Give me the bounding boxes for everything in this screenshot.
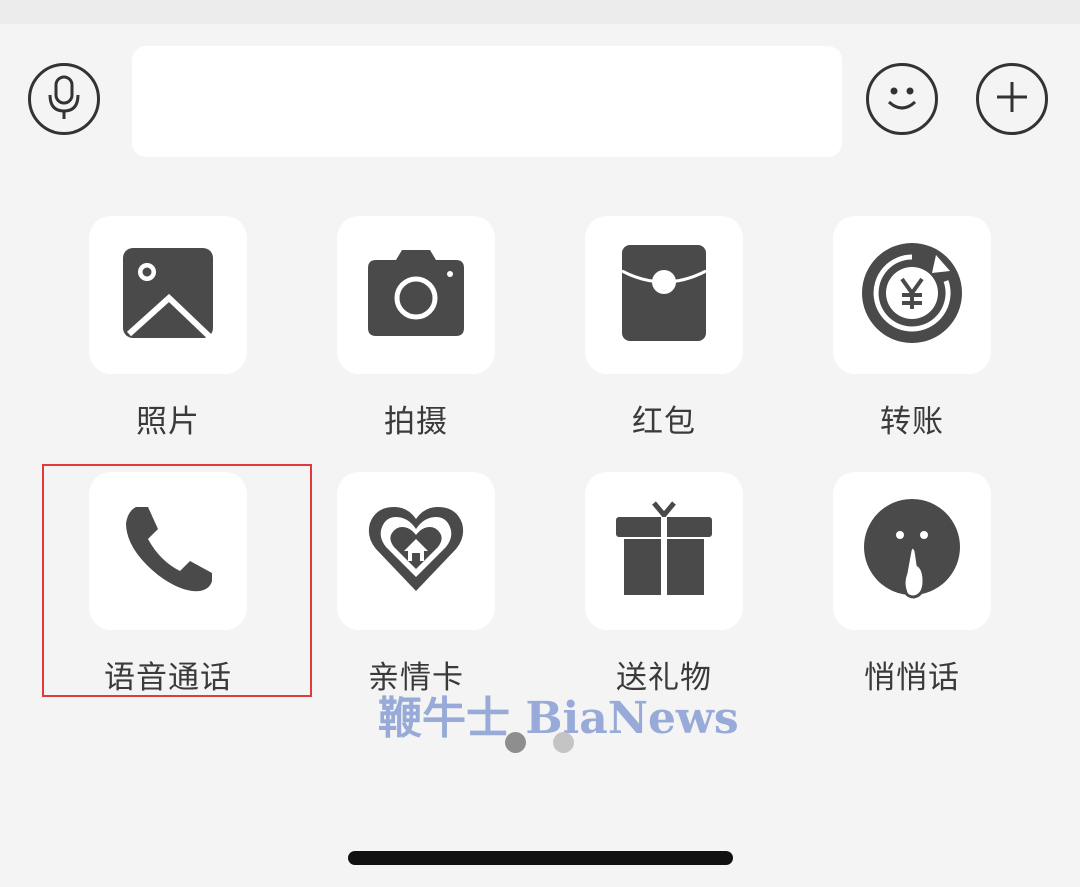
feature-tile[interactable] (585, 472, 743, 630)
feature-tile[interactable] (833, 472, 991, 630)
feature-label: 悄悄话 (864, 660, 960, 696)
feature-tile[interactable] (337, 472, 495, 630)
feature-red-packet[interactable]: 红包 (564, 216, 764, 440)
feature-tile[interactable] (585, 216, 743, 374)
page-dot[interactable] (553, 732, 574, 753)
whisper-icon (862, 497, 962, 605)
page-dot-active[interactable] (505, 732, 526, 753)
family-card-icon (366, 503, 466, 599)
feature-tile[interactable] (337, 216, 495, 374)
feature-label: 照片 (136, 404, 200, 440)
feature-label: 红包 (632, 404, 696, 440)
gift-icon (614, 499, 714, 603)
feature-label: 拍摄 (384, 404, 448, 440)
feature-tile[interactable] (89, 216, 247, 374)
photo-icon (121, 246, 215, 344)
feature-whisper[interactable]: 悄悄话 (812, 472, 1012, 696)
feature-label: 转账 (880, 404, 944, 440)
feature-family-card[interactable]: 亲情卡 (316, 472, 516, 696)
transfer-icon (860, 241, 964, 349)
feature-camera[interactable]: 拍摄 (316, 216, 516, 440)
highlight-box (42, 464, 312, 697)
feature-transfer[interactable]: 转账 (812, 216, 1012, 440)
page-indicator (505, 732, 585, 754)
feature-gift[interactable]: 送礼物 (564, 472, 764, 696)
feature-tile[interactable] (833, 216, 991, 374)
home-indicator[interactable] (348, 851, 733, 865)
red-packet-icon (620, 243, 708, 347)
watermark: 鞭牛士 BiaNews (378, 693, 739, 744)
camera-icon (366, 248, 466, 342)
feature-photo[interactable]: 照片 (68, 216, 268, 440)
